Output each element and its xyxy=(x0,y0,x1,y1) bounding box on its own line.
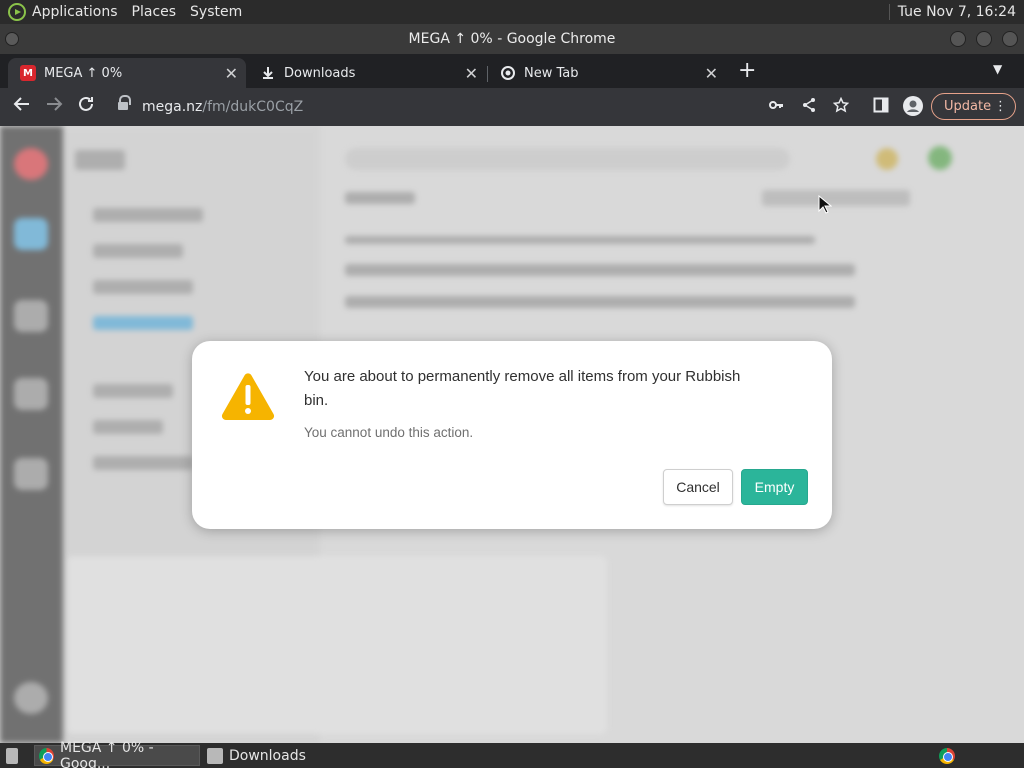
window-menu-icon[interactable] xyxy=(5,32,19,46)
sidebar-row xyxy=(93,420,163,434)
mega-logo-icon xyxy=(14,148,48,180)
update-button[interactable]: Update ⋮ xyxy=(931,93,1016,120)
tray-chrome-icon[interactable] xyxy=(937,745,959,766)
warning-icon xyxy=(220,371,276,423)
sidebar-row xyxy=(93,384,173,398)
taskbar: MEGA ↑ 0% - Goog... Downloads xyxy=(0,740,1024,768)
menu-applications[interactable]: Applications xyxy=(32,4,118,20)
tab-new-tab[interactable]: New Tab ✕ xyxy=(488,58,726,88)
forward-button[interactable] xyxy=(44,94,64,119)
tab-label: Downloads xyxy=(284,65,356,81)
close-tab-icon[interactable]: ✕ xyxy=(705,64,718,83)
mega-icon: M xyxy=(20,65,36,81)
empty-button[interactable]: Empty xyxy=(741,469,808,505)
clock[interactable]: Tue Nov 7, 16:24 xyxy=(888,4,1016,20)
tab-mega[interactable]: M MEGA ↑ 0% ✕ xyxy=(8,58,246,88)
desktop-icon xyxy=(6,747,18,764)
bookmark-star-icon[interactable] xyxy=(832,96,850,117)
show-desktop-button[interactable] xyxy=(2,745,24,766)
table-row xyxy=(345,264,855,276)
empty-rubbish-bin-link xyxy=(762,190,910,206)
taskbar-item-label: MEGA ↑ 0% - Goog... xyxy=(59,739,154,768)
transfer-panel xyxy=(67,556,607,734)
password-key-icon[interactable] xyxy=(768,97,784,117)
devices-icon xyxy=(14,458,48,490)
tab-search-chevron-icon[interactable]: ▼ xyxy=(993,62,1002,76)
tab-label: MEGA ↑ 0% xyxy=(44,65,123,81)
back-button[interactable] xyxy=(12,94,32,119)
sidebar-row xyxy=(93,244,183,258)
close-tab-icon[interactable]: ✕ xyxy=(465,64,478,83)
taskbar-item-label: Downloads xyxy=(229,747,306,764)
close-window-button[interactable] xyxy=(1002,31,1018,47)
dialog-subtitle: You cannot undo this action. xyxy=(304,425,474,440)
sidebar-row xyxy=(93,316,193,330)
address-bar[interactable]: mega.nz/fm/dukC0CqZ xyxy=(108,93,758,121)
reload-button[interactable] xyxy=(76,94,96,119)
chrome-icon xyxy=(500,65,516,81)
table-header xyxy=(345,236,815,244)
url-host: mega.nz xyxy=(142,99,203,115)
minimize-button[interactable] xyxy=(950,31,966,47)
settings-icon xyxy=(14,682,48,714)
maximize-button[interactable] xyxy=(976,31,992,47)
download-icon xyxy=(260,65,276,81)
breadcrumb xyxy=(345,192,415,204)
account-avatar xyxy=(928,146,952,170)
lock-icon[interactable] xyxy=(118,95,131,112)
sidebar-row xyxy=(93,208,203,222)
close-tab-icon[interactable]: ✕ xyxy=(225,64,238,83)
update-label: Update xyxy=(944,99,992,114)
tab-downloads[interactable]: Downloads ✕ xyxy=(248,58,486,88)
taskbar-item-chrome[interactable]: MEGA ↑ 0% - Goog... xyxy=(34,740,200,768)
more-menu-icon[interactable]: ⋮ xyxy=(994,94,1007,119)
taskbar-item-downloads[interactable]: Downloads xyxy=(203,745,353,766)
chrome-icon xyxy=(39,747,54,764)
share-icon[interactable] xyxy=(801,97,817,117)
photos-icon xyxy=(14,300,48,332)
sidebar-row xyxy=(93,280,193,294)
distro-logo-icon[interactable] xyxy=(8,3,26,21)
sidebar-row xyxy=(93,456,193,470)
confirm-empty-dialog: You are about to permanently remove all … xyxy=(192,341,832,529)
side-panel-icon[interactable] xyxy=(873,97,889,117)
mouse-cursor-icon xyxy=(818,194,833,215)
sidebar-heading xyxy=(75,150,125,170)
tab-strip: M MEGA ↑ 0% ✕ Downloads ✕ New Tab ✕ xyxy=(0,54,1024,88)
chrome-icon xyxy=(939,747,955,764)
profile-avatar-icon[interactable] xyxy=(903,96,923,120)
new-tab-button[interactable]: + xyxy=(738,58,756,83)
chat-icon xyxy=(14,378,48,410)
system-panel: Applications Places System Tue Nov 7, 16… xyxy=(0,0,1024,24)
window-title: MEGA ↑ 0% - Google Chrome xyxy=(408,31,616,47)
search-bar xyxy=(345,148,790,170)
notification-icon xyxy=(876,148,898,170)
mega-left-rail xyxy=(0,126,63,743)
dialog-title: You are about to permanently remove all … xyxy=(304,368,741,409)
window-titlebar[interactable]: MEGA ↑ 0% - Google Chrome xyxy=(0,24,1024,54)
menu-places[interactable]: Places xyxy=(132,4,177,20)
drive-icon xyxy=(14,218,48,250)
table-row xyxy=(345,296,855,308)
menu-system[interactable]: System xyxy=(190,4,242,20)
browser-toolbar: mega.nz/fm/dukC0CqZ Update ⋮ xyxy=(0,88,1024,126)
folder-icon xyxy=(207,747,223,764)
url-path: /fm/dukC0CqZ xyxy=(202,99,304,115)
cancel-button[interactable]: Cancel xyxy=(663,469,733,505)
tab-label: New Tab xyxy=(524,65,579,81)
